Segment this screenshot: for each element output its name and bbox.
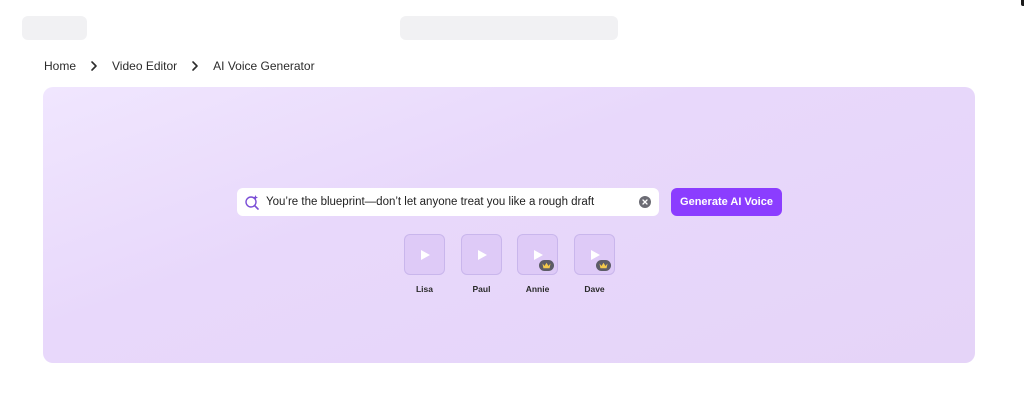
- clear-icon[interactable]: [639, 196, 651, 208]
- top-center-placeholder: [400, 16, 618, 40]
- breadcrumb-home[interactable]: Home: [44, 59, 76, 73]
- voice-thumbnail[interactable]: [517, 234, 558, 275]
- voice-option-paul[interactable]: Paul: [461, 234, 502, 294]
- crown-icon: [596, 260, 611, 271]
- voice-name: Dave: [584, 284, 605, 294]
- generate-ai-voice-button[interactable]: Generate AI Voice: [671, 188, 782, 216]
- chevron-right-icon: [189, 60, 201, 72]
- voice-thumbnail[interactable]: [461, 234, 502, 275]
- play-icon: [477, 249, 487, 260]
- voice-option-annie[interactable]: Annie: [517, 234, 558, 294]
- top-left-placeholder: [22, 16, 87, 40]
- voice-thumbnail[interactable]: [404, 234, 445, 275]
- voice-name: Paul: [472, 284, 491, 294]
- breadcrumb-video-editor[interactable]: Video Editor: [112, 59, 177, 73]
- prompt-input-box[interactable]: [237, 188, 659, 216]
- sparkle-search-icon: [244, 194, 260, 210]
- crown-icon: [539, 260, 554, 271]
- voice-name: Lisa: [415, 284, 433, 294]
- breadcrumb: Home Video Editor AI Voice Generator: [44, 59, 315, 73]
- voice-option-dave[interactable]: Dave: [574, 234, 615, 294]
- voice-name: Annie: [525, 284, 550, 294]
- play-icon: [533, 249, 543, 260]
- chevron-right-icon: [88, 60, 100, 72]
- play-icon: [420, 249, 430, 260]
- prompt-input[interactable]: [266, 188, 639, 216]
- voice-generator-panel: [43, 87, 975, 363]
- voice-option-lisa[interactable]: Lisa: [404, 234, 445, 294]
- voice-thumbnail[interactable]: [574, 234, 615, 275]
- breadcrumb-current-page: AI Voice Generator: [213, 59, 315, 73]
- play-icon: [590, 249, 600, 260]
